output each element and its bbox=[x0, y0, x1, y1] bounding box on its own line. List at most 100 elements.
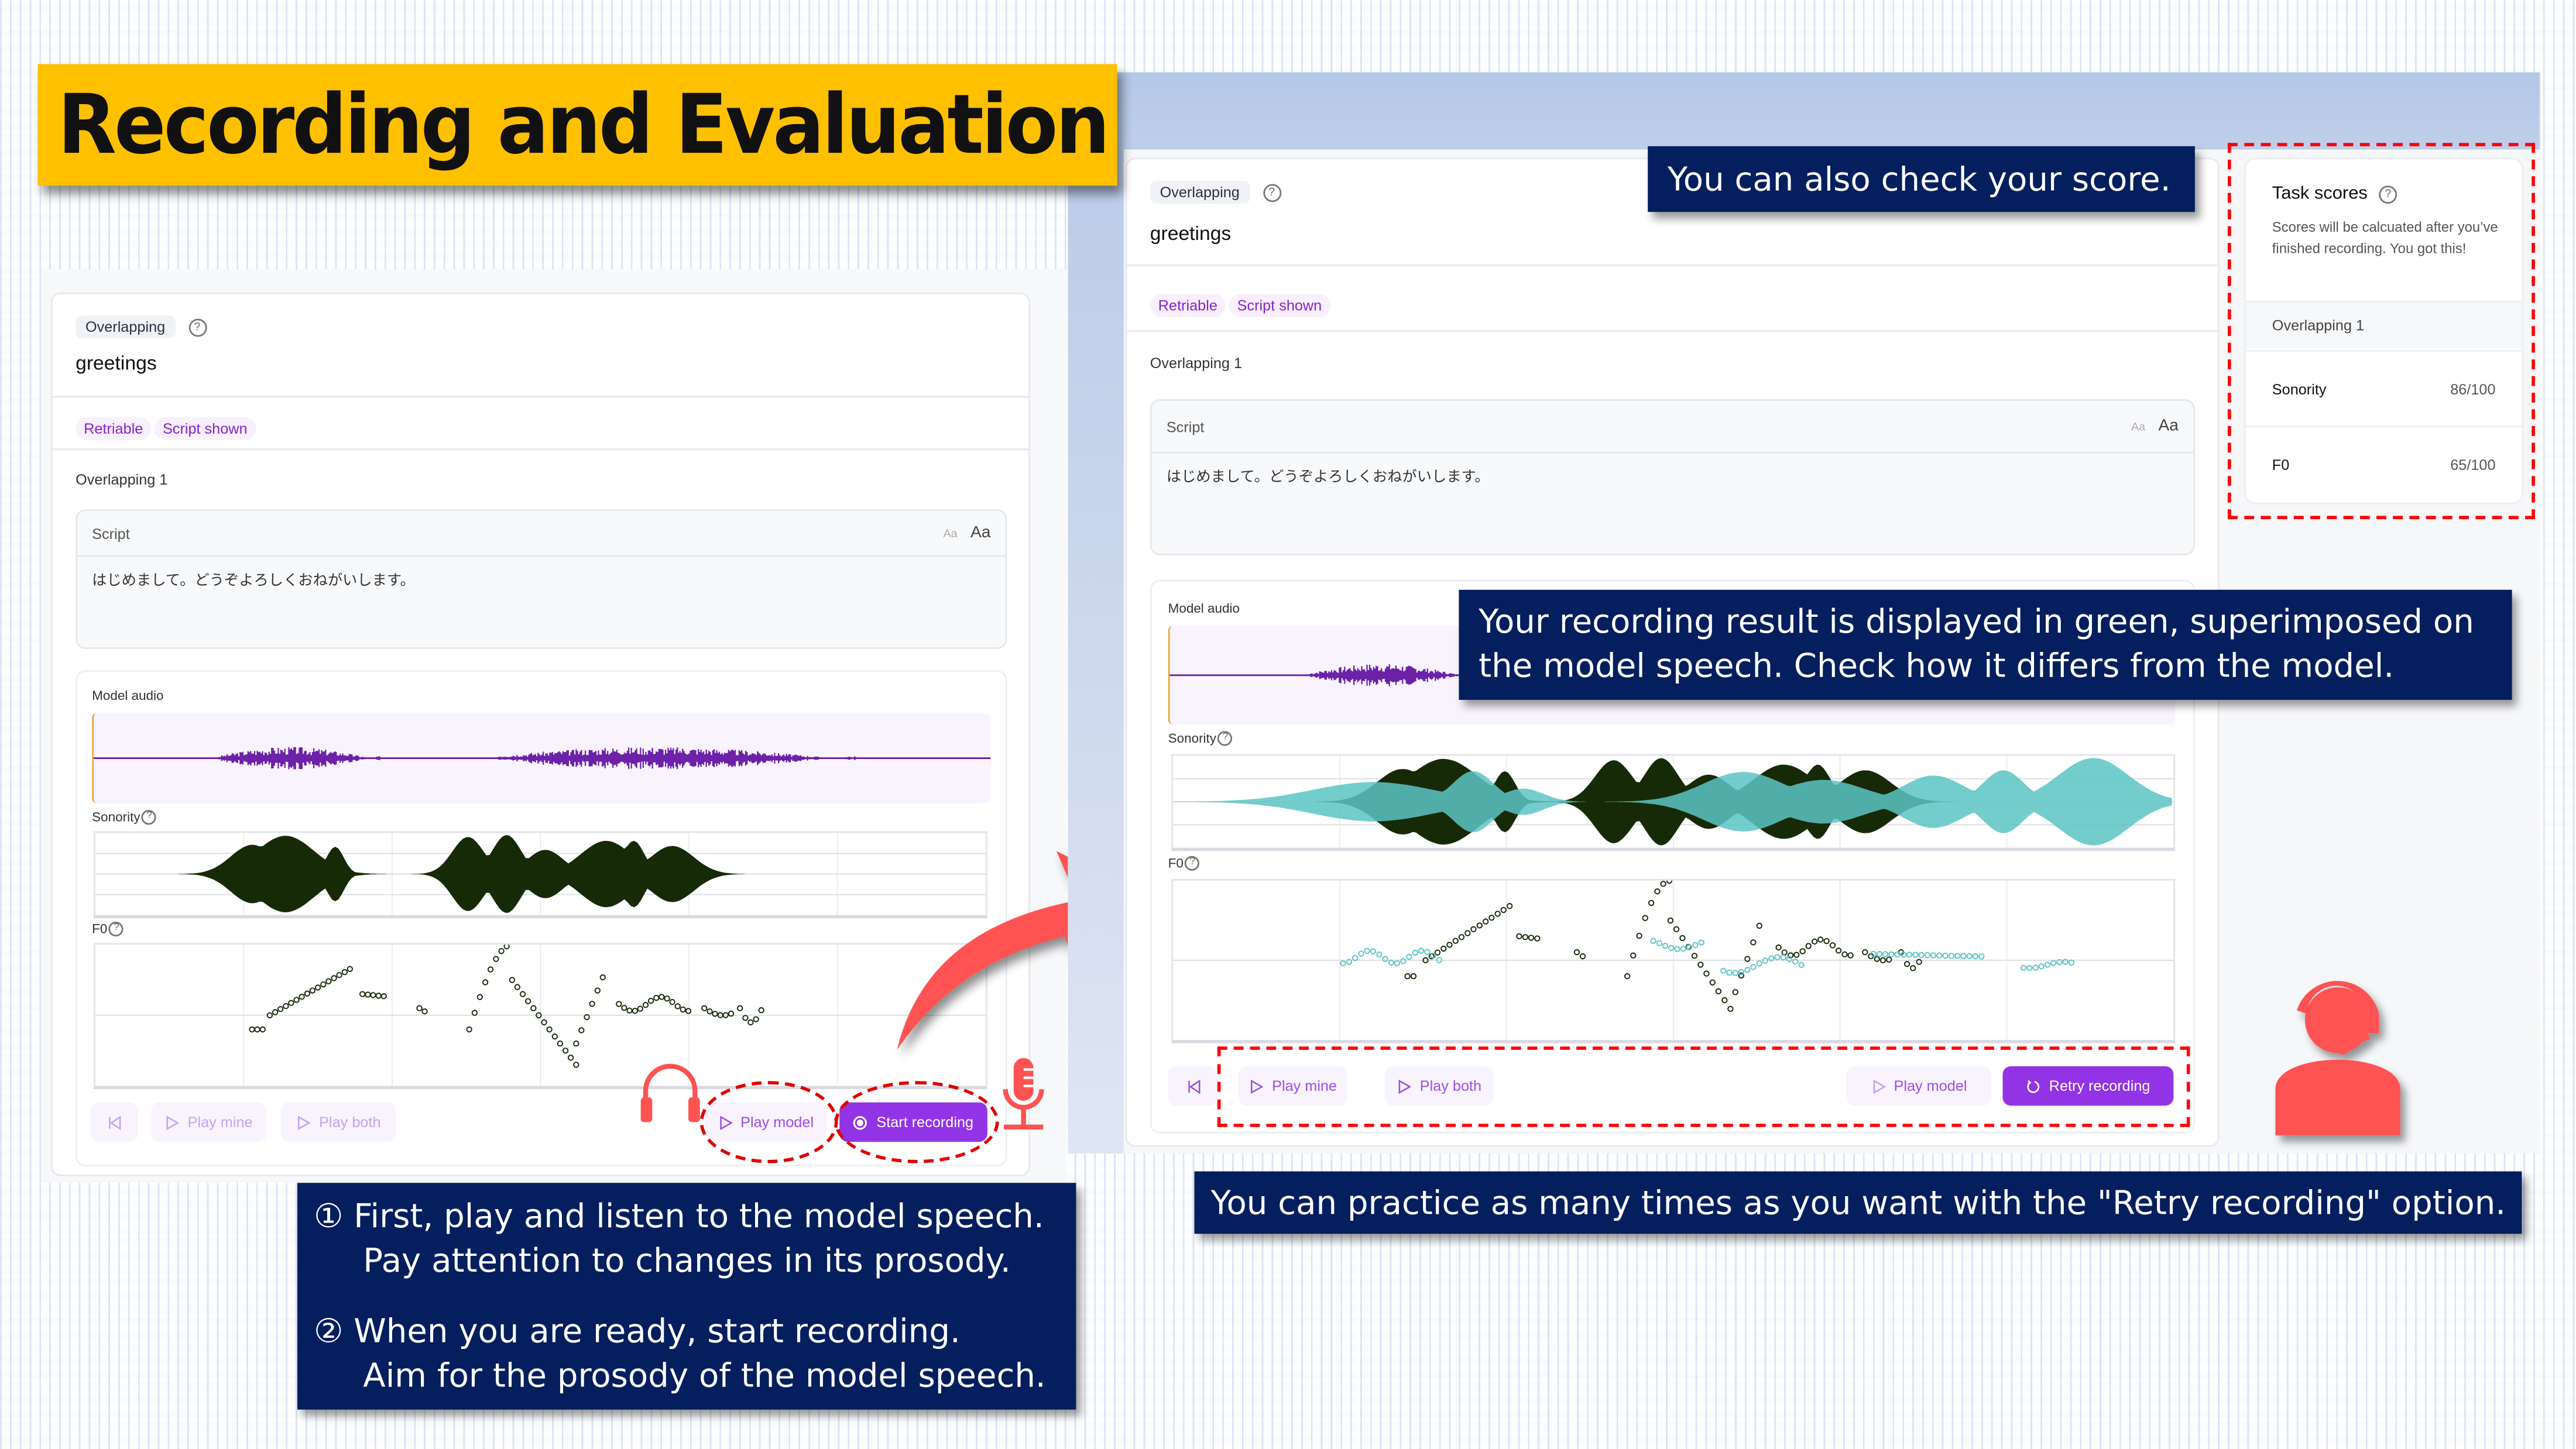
user-f0-point bbox=[1876, 951, 1883, 957]
model-f0-point bbox=[320, 981, 327, 988]
model-f0-point bbox=[370, 992, 376, 998]
model-f0-point bbox=[524, 998, 531, 1004]
model-f0-point bbox=[514, 984, 521, 990]
model-f0-point bbox=[277, 1006, 284, 1012]
model-f0-point bbox=[1476, 922, 1483, 929]
highlight-play-model bbox=[699, 1081, 838, 1163]
divider bbox=[52, 396, 1029, 398]
font-size-large-button[interactable]: Aa bbox=[2158, 417, 2178, 435]
model-f0-point bbox=[541, 1019, 547, 1026]
model-f0-point bbox=[503, 943, 510, 950]
model-f0-point bbox=[753, 1016, 759, 1022]
help-icon[interactable]: ? bbox=[188, 318, 207, 337]
help-icon[interactable]: ? bbox=[1217, 731, 1233, 746]
note-result: Your recording result is displayed in gr… bbox=[1459, 589, 2512, 700]
user-f0-point bbox=[1376, 951, 1383, 958]
model-f0-point bbox=[1841, 951, 1848, 957]
app-header-bar bbox=[1068, 72, 2540, 150]
model-f0-point bbox=[1673, 926, 1680, 933]
play-mine-button[interactable]: Play mine bbox=[151, 1102, 266, 1142]
user-f0-point bbox=[1698, 939, 1704, 946]
model-waveform[interactable] bbox=[92, 713, 991, 804]
user-f0-point bbox=[1888, 951, 1895, 957]
f0-label: F0 bbox=[92, 921, 108, 937]
user-f0-point bbox=[2032, 964, 2039, 971]
model-f0-point bbox=[1781, 949, 1788, 956]
model-f0-point bbox=[653, 994, 660, 1001]
model-f0-point bbox=[1464, 930, 1471, 936]
waveform-segment bbox=[496, 747, 856, 770]
model-f0-point bbox=[1886, 956, 1892, 963]
restart-button[interactable] bbox=[90, 1102, 138, 1142]
user-f0-point bbox=[1750, 964, 1757, 970]
model-f0-point bbox=[1500, 907, 1507, 914]
play-icon bbox=[298, 1115, 311, 1129]
model-f0-point bbox=[1516, 933, 1522, 940]
user-f0-point bbox=[1948, 953, 1955, 959]
slide-title: Recording and Evaluation bbox=[57, 77, 1110, 173]
model-f0-point bbox=[314, 984, 321, 991]
user-f0-point bbox=[2050, 960, 2057, 966]
slide: Overlapping ? greetings Retriable Script … bbox=[0, 0, 2576, 1449]
model-f0-point bbox=[254, 1026, 260, 1033]
highlight-start-recording bbox=[834, 1081, 999, 1163]
skip-back-icon bbox=[1187, 1079, 1200, 1094]
model-f0-point bbox=[493, 956, 499, 962]
font-size-small-button[interactable]: Aa bbox=[2131, 422, 2145, 434]
model-f0-point bbox=[599, 974, 606, 981]
model-f0-point bbox=[530, 1005, 537, 1012]
step2-number: ② bbox=[314, 1311, 344, 1351]
tag-script-shown: Script shown bbox=[154, 417, 256, 441]
model-f0-point bbox=[1823, 938, 1830, 945]
model-f0-point bbox=[1630, 952, 1637, 959]
model-f0-point bbox=[1494, 911, 1501, 917]
help-icon[interactable]: ? bbox=[109, 921, 124, 937]
play-both-label: Play both bbox=[319, 1114, 381, 1131]
step1-line2: Pay attention to changes in its prosody. bbox=[363, 1240, 1011, 1280]
user-f0-point bbox=[1656, 940, 1663, 946]
user-f0-point bbox=[1942, 952, 1949, 959]
sonority-label: Sonority bbox=[1168, 731, 1217, 746]
model-f0-point bbox=[557, 1041, 564, 1047]
model-f0-point bbox=[1528, 935, 1535, 941]
step1-number: ① bbox=[314, 1196, 344, 1236]
model-f0-point bbox=[1756, 922, 1762, 929]
user-f0-point bbox=[1738, 969, 1745, 976]
model-f0-point bbox=[1727, 1005, 1734, 1012]
section-label: Overlapping 1 bbox=[76, 471, 168, 488]
model-f0-point bbox=[1775, 944, 1782, 951]
model-f0-point bbox=[578, 1027, 585, 1033]
model-f0-point bbox=[1709, 979, 1716, 986]
restart-button[interactable] bbox=[1168, 1066, 1217, 1106]
script-text: はじめまして。どうぞよろしくおねがいします。 bbox=[1166, 469, 1490, 486]
help-icon[interactable]: ? bbox=[1185, 856, 1200, 871]
model-f0-point bbox=[736, 1005, 743, 1012]
model-f0-point bbox=[482, 979, 489, 986]
font-size-large-button[interactable]: Aa bbox=[970, 524, 990, 542]
user-f0-point bbox=[1966, 953, 1973, 960]
user-f0-point bbox=[2038, 963, 2045, 970]
model-f0-point bbox=[476, 994, 483, 1000]
model-f0-point bbox=[1522, 934, 1529, 940]
font-size-small-button[interactable]: Aa bbox=[944, 529, 958, 541]
model-f0-point bbox=[1440, 945, 1447, 952]
model-audio-label: Model audio bbox=[1168, 601, 1240, 616]
user-f0-point bbox=[1924, 952, 1931, 959]
model-f0-point bbox=[1458, 934, 1465, 940]
model-audio-label: Model audio bbox=[92, 688, 164, 703]
model-f0-point bbox=[758, 1007, 764, 1014]
user-f0-point bbox=[2044, 962, 2051, 968]
waveform-segment bbox=[1309, 664, 1472, 686]
play-both-button[interactable]: Play both bbox=[280, 1102, 396, 1142]
task-title: greetings bbox=[1150, 221, 1232, 245]
help-icon[interactable]: ? bbox=[1263, 183, 1281, 201]
user-f0-point bbox=[1972, 953, 1979, 960]
note-result-line1: Your recording result is displayed in gr… bbox=[1479, 601, 2474, 641]
user-f0-point bbox=[1918, 952, 1925, 959]
model-f0-point bbox=[1691, 953, 1698, 959]
model-f0-point bbox=[347, 966, 354, 972]
model-f0-point bbox=[551, 1033, 558, 1040]
help-icon[interactable]: ? bbox=[142, 809, 157, 825]
waveform-segment bbox=[218, 747, 380, 770]
model-f0-point bbox=[1648, 899, 1655, 907]
